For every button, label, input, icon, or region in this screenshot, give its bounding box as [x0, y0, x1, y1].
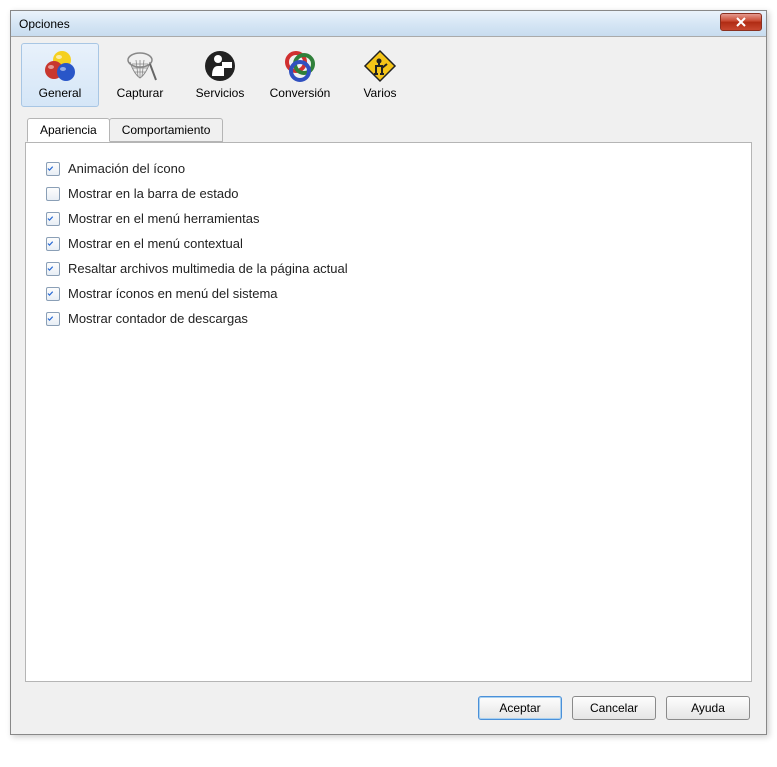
- checkbox[interactable]: [46, 212, 60, 226]
- checkbox[interactable]: [46, 287, 60, 301]
- checkbox-label: Mostrar en la barra de estado: [68, 186, 239, 201]
- checkmark-icon: [47, 213, 54, 224]
- checkbox-row[interactable]: Mostrar íconos en menú del sistema: [46, 286, 731, 301]
- rings-icon: [282, 48, 318, 84]
- balls-icon: [42, 48, 78, 84]
- toolbar-label: General: [39, 86, 82, 100]
- close-icon: [736, 17, 746, 27]
- checkmark-icon: [47, 238, 54, 249]
- toolbar-item-general[interactable]: General: [21, 43, 99, 107]
- category-toolbar: General Capturar: [11, 37, 766, 107]
- toolbar-item-capturar[interactable]: Capturar: [101, 43, 179, 107]
- tabs-row: Apariencia Comportamiento: [25, 118, 752, 142]
- checkmark-icon: [47, 288, 54, 299]
- checkbox-label: Mostrar en el menú herramientas: [68, 211, 259, 226]
- checkbox[interactable]: [46, 162, 60, 176]
- checkbox[interactable]: [46, 262, 60, 276]
- checkbox-row[interactable]: Mostrar en el menú herramientas: [46, 211, 731, 226]
- toolbar-label: Servicios: [196, 86, 245, 100]
- toolbar-label: Varios: [363, 86, 396, 100]
- checkbox-label: Mostrar contador de descargas: [68, 311, 248, 326]
- help-button[interactable]: Ayuda: [666, 696, 750, 720]
- toolbar-item-varios[interactable]: Varios: [341, 43, 419, 107]
- tab-panel: Animación del ícono Mostrar en la barra d…: [25, 142, 752, 682]
- checkmark-icon: [47, 313, 54, 324]
- tabs-container: Apariencia Comportamiento Animación del …: [25, 119, 752, 682]
- checkbox[interactable]: [46, 237, 60, 251]
- checkbox-label: Mostrar en el menú contextual: [68, 236, 243, 251]
- checkmark-icon: [47, 163, 54, 174]
- construction-icon: [362, 48, 398, 84]
- titlebar: Opciones: [11, 11, 766, 37]
- checkbox[interactable]: [46, 187, 60, 201]
- toolbar-label: Capturar: [117, 86, 164, 100]
- close-button[interactable]: [720, 13, 762, 31]
- checkbox-row[interactable]: Mostrar contador de descargas: [46, 311, 731, 326]
- checkbox-label: Animación del ícono: [68, 161, 185, 176]
- tab-apariencia[interactable]: Apariencia: [27, 118, 110, 142]
- toolbar-label: Conversión: [270, 86, 331, 100]
- checkbox-label: Resaltar archivos multimedia de la págin…: [68, 261, 348, 276]
- window-title: Opciones: [19, 17, 70, 31]
- checkbox-row[interactable]: Resaltar archivos multimedia de la págin…: [46, 261, 731, 276]
- checkbox-row[interactable]: Animación del ícono: [46, 161, 731, 176]
- tab-comportamiento[interactable]: Comportamiento: [109, 118, 224, 142]
- accept-button[interactable]: Aceptar: [478, 696, 562, 720]
- checkbox-label: Mostrar íconos en menú del sistema: [68, 286, 278, 301]
- dialog-buttons: Aceptar Cancelar Ayuda: [11, 688, 766, 734]
- checkbox-row[interactable]: Mostrar en el menú contextual: [46, 236, 731, 251]
- services-icon: [202, 48, 238, 84]
- cancel-button[interactable]: Cancelar: [572, 696, 656, 720]
- net-icon: [122, 48, 158, 84]
- checkbox-row[interactable]: Mostrar en la barra de estado: [46, 186, 731, 201]
- checkmark-icon: [47, 263, 54, 274]
- checkbox[interactable]: [46, 312, 60, 326]
- toolbar-item-servicios[interactable]: Servicios: [181, 43, 259, 107]
- options-dialog: Opciones General: [10, 10, 767, 735]
- toolbar-item-conversion[interactable]: Conversión: [261, 43, 339, 107]
